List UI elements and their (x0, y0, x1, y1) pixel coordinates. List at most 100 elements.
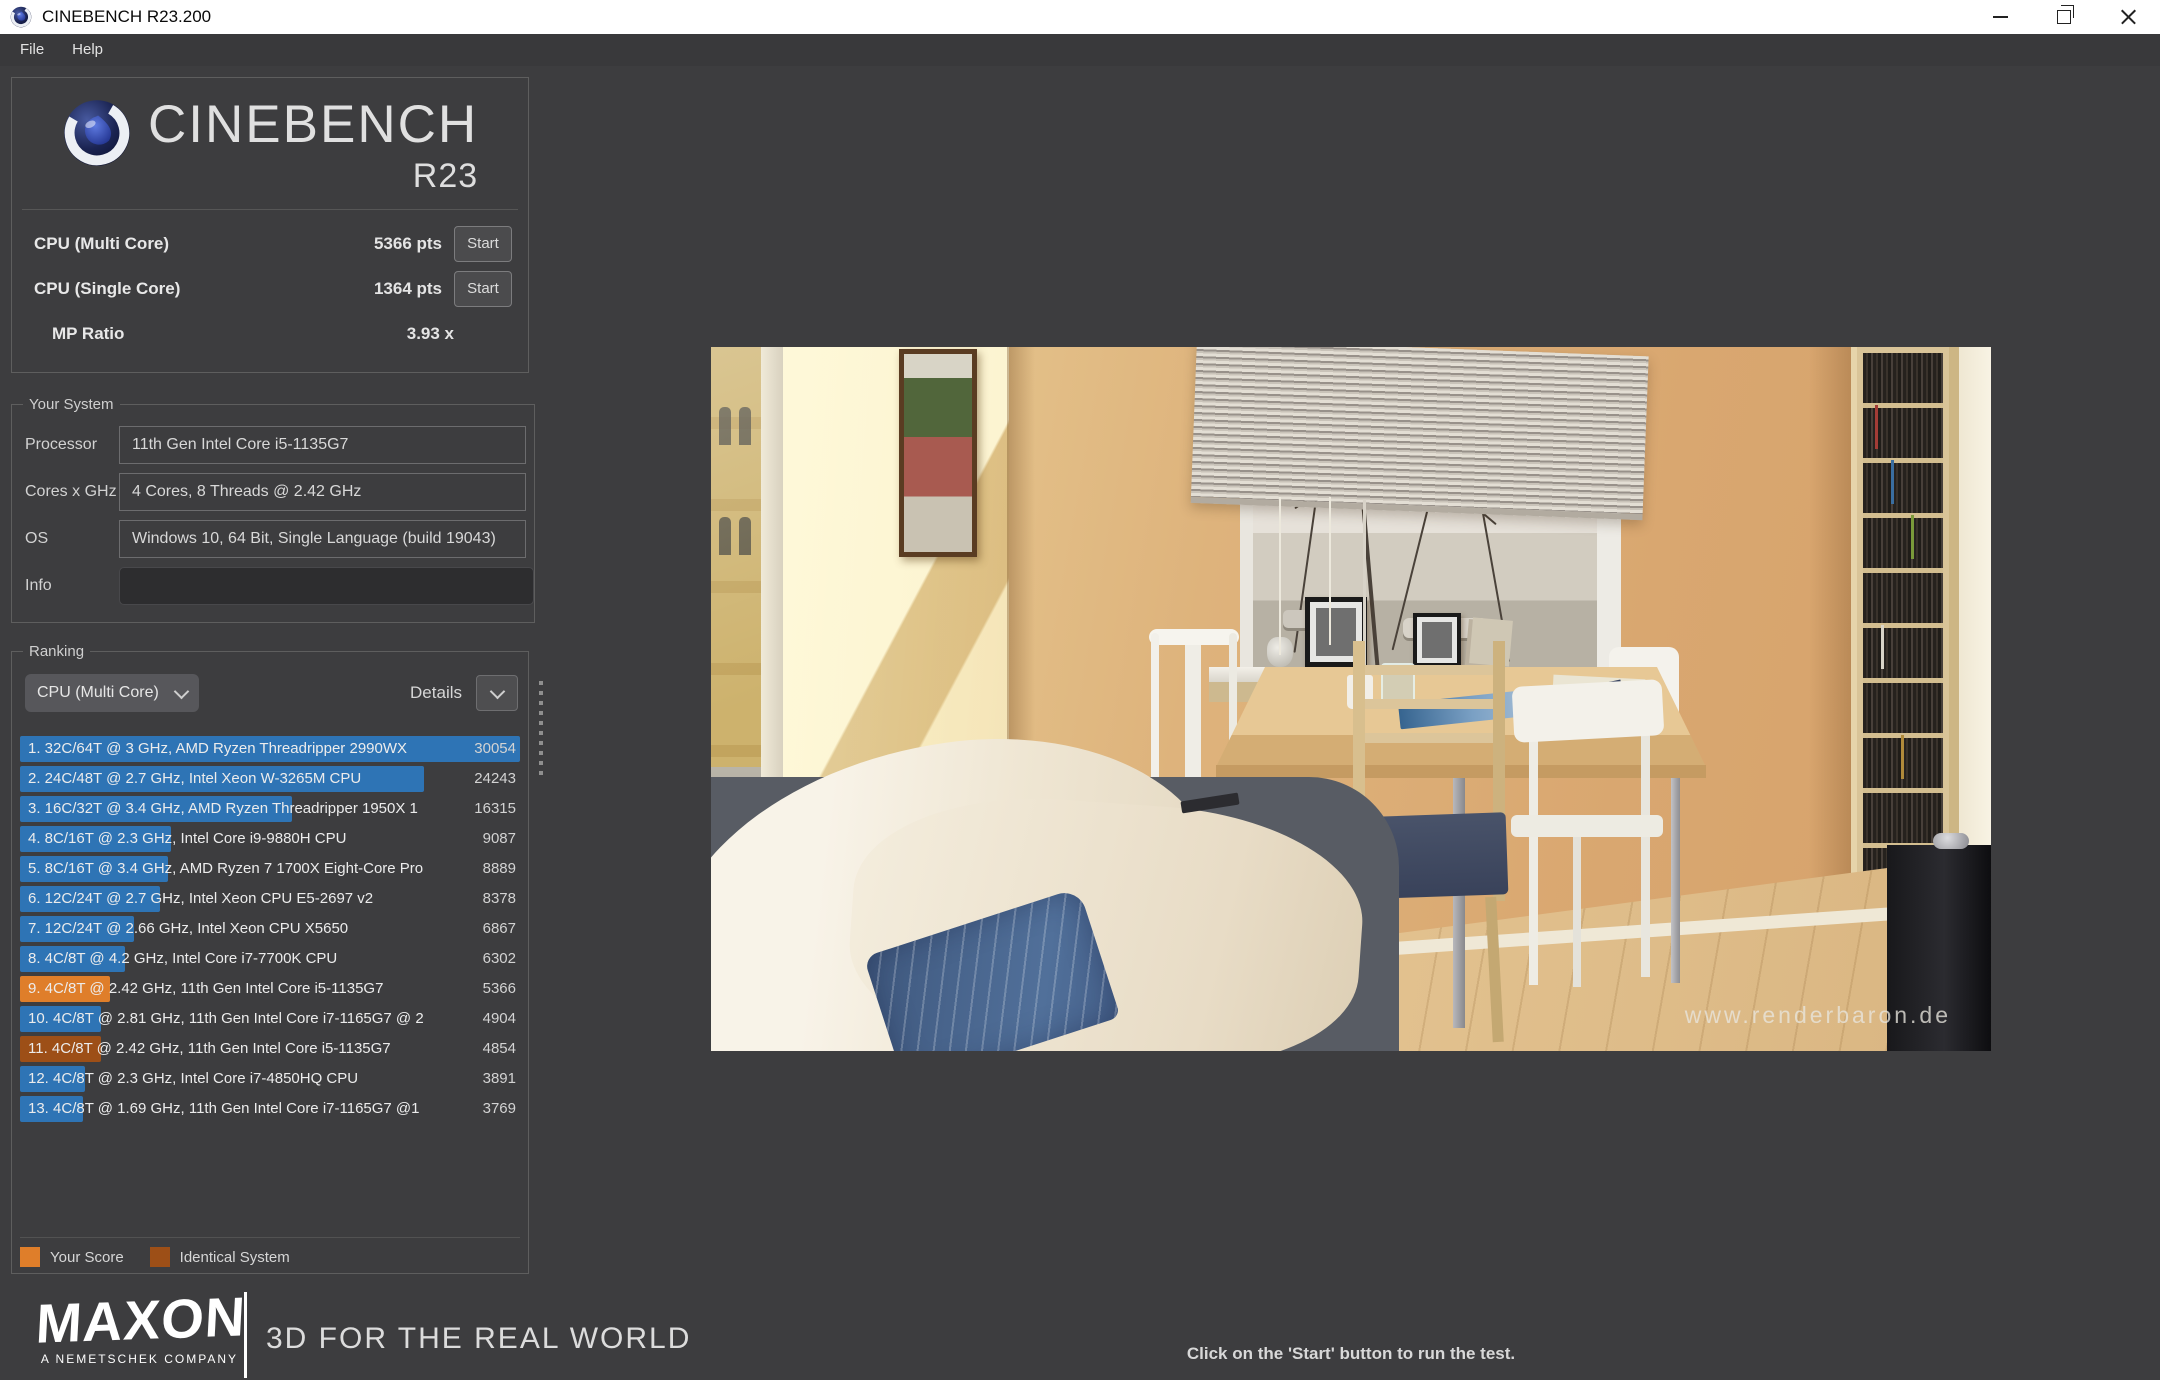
footer-tagline: 3D FOR THE REAL WORLD (266, 1322, 691, 1356)
your-system-panel: Your System Processor 11th Gen Intel Cor… (11, 396, 535, 623)
ranking-row[interactable]: 3. 16C/32T @ 3.4 GHz, AMD Ryzen Threadri… (20, 796, 520, 822)
system-field-label: Cores x GHz (25, 483, 119, 501)
legend-item: Your Score (20, 1247, 124, 1267)
ranking-row-score: 3891 (483, 1066, 516, 1092)
ranking-row-score: 3769 (483, 1096, 516, 1122)
chevron-down-icon (174, 683, 190, 699)
app-logo-icon (10, 6, 32, 28)
ranking-row[interactable]: 12. 4C/8T @ 2.3 GHz, Intel Core i7-4850H… (20, 1066, 520, 1092)
ranking-row-score: 16315 (474, 796, 516, 822)
menu-item[interactable]: File (6, 34, 58, 66)
wall-painting (899, 349, 977, 557)
system-field-row: Cores x GHz 4 Cores, 8 Threads @ 2.42 GH… (12, 468, 534, 515)
ranking-list: 1. 32C/64T @ 3 GHz, AMD Ryzen Threadripp… (20, 736, 520, 1122)
start-button[interactable]: Start (454, 226, 512, 262)
ranking-row-label: 4. 8C/16T @ 2.3 GHz, Intel Core i9-9880H… (28, 826, 346, 852)
postcards (1469, 617, 1513, 666)
ranking-row[interactable]: 5. 8C/16T @ 3.4 GHz, AMD Ryzen 7 1700X E… (20, 856, 520, 882)
legend-label: Your Score (50, 1249, 124, 1266)
app-name: CINEBENCH (148, 98, 478, 151)
system-field-label: OS (25, 530, 119, 548)
footer-divider (244, 1292, 247, 1378)
ranking-row[interactable]: 9. 4C/8T @ 2.42 GHz, 11th Gen Intel Core… (20, 976, 520, 1002)
minimize-button[interactable] (1968, 0, 2032, 34)
minimize-icon (1993, 16, 2008, 18)
details-dropdown-button[interactable] (476, 675, 518, 711)
legend-swatch (20, 1247, 40, 1267)
system-field-value: 11th Gen Intel Core i5-1135G7 (119, 426, 526, 464)
close-button[interactable] (2096, 0, 2160, 34)
logo-row: CINEBENCH R23 (12, 78, 528, 196)
ranking-row-score: 24243 (474, 766, 516, 792)
benchmark-row: CPU (Multi Core) 5366 pts Start (12, 221, 528, 266)
ranking-row-label: 11. 4C/8T @ 2.42 GHz, 11th Gen Intel Cor… (28, 1036, 391, 1062)
ranking-filter-select[interactable]: CPU (Multi Core) (25, 674, 199, 712)
ranking-row-label: 7. 12C/24T @ 2.66 GHz, Intel Xeon CPU X5… (28, 916, 348, 942)
title-bar: CINEBENCH R23.200 (0, 0, 2160, 34)
restore-button[interactable] (2032, 0, 2096, 34)
ranking-row[interactable]: 8. 4C/8T @ 4.2 GHz, Intel Core i7-7700K … (20, 946, 520, 972)
speaker-knob (1933, 833, 1969, 849)
ranking-filter-value: CPU (Multi Core) (37, 684, 159, 702)
maxon-subtitle: A NEMETSCHEK COMPANY (36, 1352, 238, 1366)
ranking-row-label: 9. 4C/8T @ 2.42 GHz, 11th Gen Intel Core… (28, 976, 383, 1002)
ranking-row[interactable]: 10. 4C/8T @ 2.81 GHz, 11th Gen Intel Cor… (20, 1006, 520, 1032)
ranking-row-score: 4904 (483, 1006, 516, 1032)
ranking-row-score: 6302 (483, 946, 516, 972)
ranking-row-label: 2. 24C/48T @ 2.7 GHz, Intel Xeon W-3265M… (28, 766, 361, 792)
maxon-logo: MAXON A NEMETSCHEK COMPANY (36, 1293, 238, 1366)
ranking-row-score: 6867 (483, 916, 516, 942)
ranking-row[interactable]: 2. 24C/48T @ 2.7 GHz, Intel Xeon W-3265M… (20, 766, 520, 792)
benchmark-label: CPU (Multi Core) (34, 234, 169, 254)
divider (22, 209, 518, 210)
benchmark-row: MP Ratio 3.93 x (12, 311, 528, 356)
start-button[interactable]: Start (454, 271, 512, 307)
render-preview-image: www.renderbaron.de (711, 347, 1991, 1051)
venetian-blinds (1191, 347, 1649, 520)
legend-label: Identical System (180, 1249, 290, 1266)
start-hint-text: Click on the 'Start' button to run the t… (711, 1344, 1991, 1364)
details-label: Details (410, 683, 462, 703)
ranking-legend: Your Score Identical System (20, 1237, 520, 1267)
window-title: CINEBENCH R23.200 (42, 7, 211, 27)
system-field-value[interactable] (119, 567, 534, 605)
ranking-row-label: 10. 4C/8T @ 2.81 GHz, 11th Gen Intel Cor… (28, 1006, 424, 1032)
system-field-row: Info (12, 562, 534, 609)
panel-splitter-handle[interactable] (539, 681, 543, 775)
ranking-title: Ranking (23, 643, 90, 660)
logo-text: CINEBENCH R23 (148, 98, 478, 196)
close-icon (2120, 9, 2137, 26)
benchmark-rows: CPU (Multi Core) 5366 pts Start CPU (Sin… (12, 221, 528, 356)
ranking-row-score: 8378 (483, 886, 516, 912)
benchmark-value: 3.93 x (407, 324, 512, 344)
ranking-controls: CPU (Multi Core) Details (25, 674, 518, 712)
ranking-row[interactable]: 7. 12C/24T @ 2.66 GHz, Intel Xeon CPU X5… (20, 916, 520, 942)
system-field-row: Processor 11th Gen Intel Core i5-1135G7 (12, 421, 534, 468)
ranking-row[interactable]: 6. 12C/24T @ 2.7 GHz, Intel Xeon CPU E5-… (20, 886, 520, 912)
ranking-row[interactable]: 11. 4C/8T @ 2.42 GHz, 11th Gen Intel Cor… (20, 1036, 520, 1062)
menu-item[interactable]: Help (58, 34, 117, 66)
white-chair-right (1512, 679, 1665, 743)
ranking-row[interactable]: 4. 8C/16T @ 2.3 GHz, Intel Core i9-9880H… (20, 826, 520, 852)
picture-frame (1413, 613, 1461, 667)
ranking-row-label: 8. 4C/8T @ 4.2 GHz, Intel Core i7-7700K … (28, 946, 337, 972)
menu-bar: FileHelp (0, 34, 2160, 66)
benchmark-value: 1364 pts (374, 279, 442, 299)
ranking-row-label: 13. 4C/8T @ 1.69 GHz, 11th Gen Intel Cor… (28, 1096, 420, 1122)
ranking-row[interactable]: 1. 32C/64T @ 3 GHz, AMD Ryzen Threadripp… (20, 736, 520, 762)
system-field-value: Windows 10, 64 Bit, Single Language (bui… (119, 520, 526, 558)
white-chair-left (1149, 629, 1239, 645)
system-field-row: OS Windows 10, 64 Bit, Single Language (… (12, 515, 534, 562)
ranking-row[interactable]: 13. 4C/8T @ 1.69 GHz, 11th Gen Intel Cor… (20, 1096, 520, 1122)
ranking-row-score: 30054 (474, 736, 516, 762)
score-panel: CINEBENCH R23 CPU (Multi Core) 5366 pts … (11, 77, 529, 373)
ranking-row-score: 9087 (483, 826, 516, 852)
system-field-value: 4 Cores, 8 Threads @ 2.42 GHz (119, 473, 526, 511)
ranking-panel: Ranking CPU (Multi Core) Details 1. 32C/… (11, 643, 529, 1274)
system-field-label: Info (25, 577, 119, 595)
cinebench-logo-icon (62, 98, 132, 168)
legend-item: Identical System (150, 1247, 290, 1267)
benchmark-value: 5366 pts (374, 234, 442, 254)
ranking-row-label: 6. 12C/24T @ 2.7 GHz, Intel Xeon CPU E5-… (28, 886, 373, 912)
cinebench-window: CINEBENCH R23.200 FileHelp CINEBENCH R23… (0, 0, 2160, 1380)
